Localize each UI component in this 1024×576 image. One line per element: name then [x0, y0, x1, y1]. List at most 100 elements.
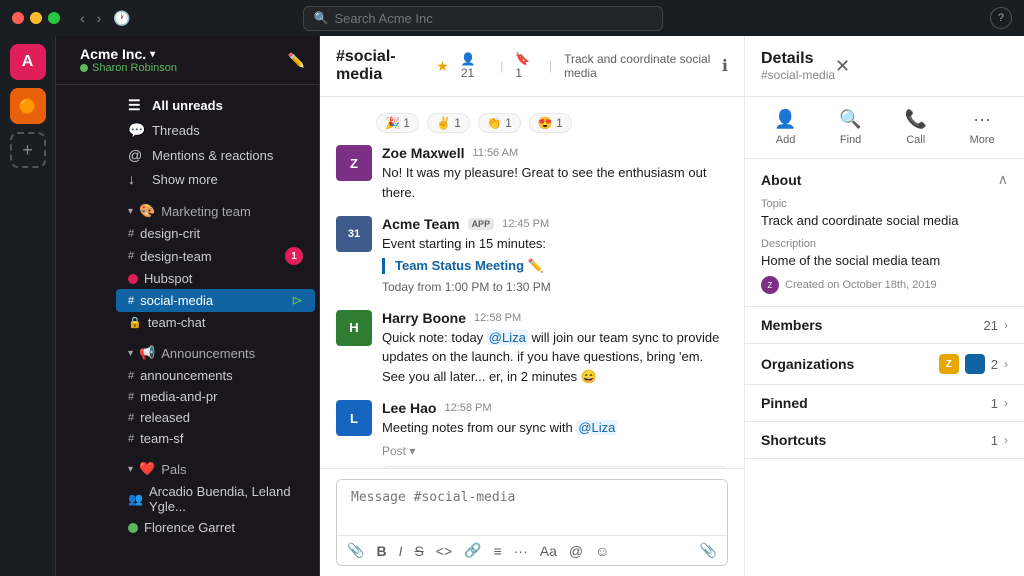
search-input[interactable]: [334, 11, 651, 26]
members-row[interactable]: Members 21 ›: [745, 307, 1024, 344]
about-toggle: ∧: [998, 171, 1008, 188]
search-bar[interactable]: 🔍: [303, 6, 663, 31]
about-section-header[interactable]: About ∧: [761, 171, 1008, 188]
message-author: Zoe Maxwell: [382, 145, 464, 161]
section-announcements[interactable]: ▾ 📢 Announcements: [112, 333, 319, 365]
show-more-icon: ↓: [128, 171, 144, 187]
maximize-button[interactable]: [48, 12, 60, 24]
channel-announcements[interactable]: # announcements: [112, 365, 319, 386]
bold-button[interactable]: B: [376, 543, 386, 559]
created-field: Z Created on October 18th, 2019: [761, 276, 1008, 294]
channel-design-crit[interactable]: # design-crit: [112, 223, 319, 244]
shortcuts-row[interactable]: Shortcuts 1 ›: [745, 422, 1024, 459]
link-button[interactable]: 🔗: [464, 542, 481, 559]
avatar: L: [336, 400, 372, 436]
chevron-right-icon: ›: [1004, 433, 1008, 447]
attach-button[interactable]: 📎: [347, 542, 364, 559]
mention[interactable]: @Liza: [576, 420, 617, 435]
pinned-row[interactable]: Pinned 1 ›: [745, 385, 1024, 422]
channel-team-chat[interactable]: 🔒 team-chat: [112, 312, 319, 333]
hubspot-dot: [128, 274, 138, 284]
emoji-button[interactable]: ☺: [595, 543, 609, 559]
channel-florence[interactable]: Florence Garret: [112, 517, 319, 538]
message-input-area: 📎 B I S <> 🔗 ≡ ··· Aa @ ☺ 📎: [320, 468, 744, 576]
sidebar-item-threads[interactable]: 💬 Threads: [112, 118, 319, 143]
close-details-button[interactable]: ✕: [835, 56, 850, 77]
workspace-icon-org[interactable]: 🟠: [10, 88, 46, 124]
sidebar-item-all-unreads[interactable]: ☰ All unreads: [112, 93, 319, 118]
call-action[interactable]: 📞 Call: [904, 109, 926, 146]
italic-button[interactable]: I: [399, 543, 403, 559]
add-action[interactable]: 👤 Add: [774, 109, 796, 146]
back-button[interactable]: ‹: [76, 8, 89, 29]
emoji-reaction-3[interactable]: 👏 1: [478, 113, 521, 133]
emoji-reaction-2[interactable]: ✌️ 1: [427, 113, 470, 133]
history-button[interactable]: 🕐: [109, 8, 134, 29]
organizations-row[interactable]: Organizations Z 2 ›: [745, 344, 1024, 385]
shortcuts-label: Shortcuts: [761, 432, 826, 448]
channel-design-team[interactable]: # design-team 1: [112, 244, 319, 268]
channel-info-button[interactable]: ℹ: [722, 56, 728, 76]
channel-name: Hubspot: [144, 271, 192, 286]
text-style-button[interactable]: Aa: [540, 543, 557, 559]
channel-name: team-chat: [148, 315, 206, 330]
channel-team-sf[interactable]: # team-sf: [112, 428, 319, 449]
post-tag[interactable]: Post ▾: [382, 444, 415, 458]
channel-media-and-pr[interactable]: # media-and-pr: [112, 386, 319, 407]
creator-avatar: Z: [761, 276, 779, 294]
threads-icon: 💬: [128, 122, 144, 139]
channel-released[interactable]: # released: [112, 407, 319, 428]
mention-button[interactable]: @: [569, 543, 583, 559]
channel-hubspot[interactable]: Hubspot: [112, 268, 319, 289]
sidebar: A 🟠 + Acme Inc. ▾ Sharon Robinson ✏️: [0, 36, 320, 576]
file-button[interactable]: 📎: [700, 542, 717, 559]
find-action[interactable]: 🔍 Find: [839, 109, 861, 146]
more-formatting-button[interactable]: ···: [514, 543, 528, 559]
channel-name: Arcadio Buendia, Leland Ygle...: [149, 484, 303, 514]
call-icon: 📞: [904, 109, 926, 130]
section-marketing-team[interactable]: ▾ 🎨 Marketing team: [112, 191, 319, 223]
sidebar-item-mentions[interactable]: @ Mentions & reactions: [112, 143, 319, 167]
channel-meta: 👤 21 | 🔖 1 | Track and coordinate social…: [461, 52, 722, 80]
hash-icon: #: [128, 228, 134, 240]
minimize-button[interactable]: [30, 12, 42, 24]
hash-icon: #: [128, 412, 134, 424]
org-badge-blue: [965, 354, 985, 374]
mention[interactable]: @Liza: [487, 330, 528, 345]
people-icon: 👥: [128, 492, 143, 506]
section-emoji: 📢: [139, 345, 155, 361]
pinned-count-area: 1 ›: [991, 396, 1008, 411]
message-input[interactable]: [337, 480, 727, 530]
quoted-link[interactable]: Team Status Meeting ✏️: [382, 258, 728, 274]
mentions-icon: @: [128, 147, 144, 163]
code-button[interactable]: <>: [436, 543, 452, 559]
quoted-sub: Today from 1:00 PM to 1:30 PM: [382, 280, 551, 294]
star-icon[interactable]: ★: [436, 58, 449, 75]
list-button[interactable]: ≡: [494, 543, 502, 559]
workspace-icon-acme[interactable]: A: [10, 44, 46, 80]
strikethrough-button[interactable]: S: [414, 543, 423, 559]
compose-button[interactable]: ✏️: [288, 52, 305, 69]
forward-button[interactable]: ›: [93, 8, 106, 29]
traffic-lights: [12, 12, 60, 24]
organizations-label: Organizations: [761, 356, 854, 372]
description-field: Description Home of the social media tea…: [761, 238, 1008, 268]
hash-icon: #: [128, 433, 134, 445]
more-action[interactable]: ··· More: [970, 109, 995, 146]
help-button[interactable]: ?: [990, 7, 1012, 29]
description-value: Home of the social media team: [761, 253, 1008, 268]
channel-social-media[interactable]: # social-media ⊳: [116, 289, 315, 312]
topic-value: Track and coordinate social media: [761, 213, 1008, 228]
emoji-reaction-4[interactable]: 😍 1: [529, 113, 572, 133]
description-label: Description: [761, 238, 1008, 250]
about-section: About ∧ Topic Track and coordinate socia…: [745, 159, 1024, 307]
section-pals[interactable]: ▾ ❤️ Pals: [112, 449, 319, 481]
channel-pals-group[interactable]: 👥 Arcadio Buendia, Leland Ygle...: [112, 481, 319, 517]
emoji-reaction-1[interactable]: 🎉 1: [376, 113, 419, 133]
close-button[interactable]: [12, 12, 24, 24]
add-workspace-button[interactable]: +: [10, 132, 46, 168]
message-time: 12:58 PM: [444, 402, 491, 414]
emoji-reactions-bar: 🎉 1 ✌️ 1 👏 1 😍 1: [376, 109, 728, 145]
workspace-name[interactable]: Acme Inc. ▾: [80, 46, 288, 62]
sidebar-item-show-more[interactable]: ↓ Show more: [112, 167, 319, 191]
